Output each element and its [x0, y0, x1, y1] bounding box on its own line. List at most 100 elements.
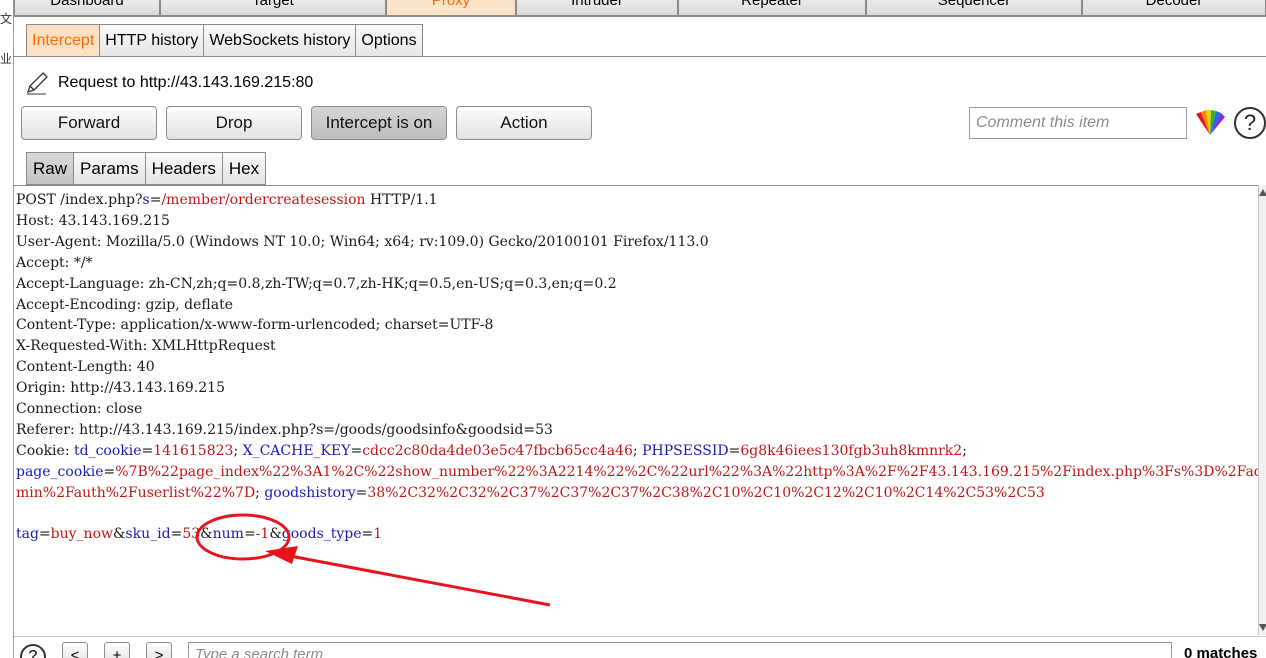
line-text: =: [103, 463, 116, 480]
line-text: =: [350, 442, 363, 459]
search-next-button[interactable]: >: [146, 642, 172, 658]
param-value: 1: [373, 526, 383, 543]
line-text: HTTP/1.1: [365, 192, 438, 208]
param-value: 53: [182, 526, 201, 543]
param-value: cdcc2c80da4de03e5c47fbcb65cc4a46: [362, 442, 633, 459]
line-text: User-Agent: Mozilla/5.0 (Windows NT 10.0…: [16, 233, 709, 250]
request-line: Cookie: td_cookie=141615823; X_CACHE_KEY…: [16, 443, 967, 464]
line-text: =: [38, 526, 51, 543]
tab-intercept[interactable]: Intercept: [26, 24, 100, 57]
line-text: =: [728, 442, 741, 459]
search-input[interactable]: Type a search term: [188, 642, 1172, 658]
line-text: ;: [962, 442, 967, 459]
param-name: s: [142, 192, 150, 208]
help-icon[interactable]: ?: [1234, 107, 1266, 139]
search-bar: ? < + > Type a search term 0 matches: [14, 636, 1266, 658]
param-name: goods_type: [281, 526, 362, 543]
match-count: 0 matches: [1184, 645, 1258, 658]
message-view-tabs: Raw Params Headers Hex: [26, 152, 267, 185]
request-header: Request to http://43.143.169.215:80: [24, 70, 313, 96]
drop-button[interactable]: Drop: [166, 106, 302, 140]
request-line: Accept-Language: zh-CN,zh;q=0.8,zh-TW;q=…: [16, 276, 617, 297]
line-text: &: [200, 526, 213, 543]
tab-hex[interactable]: Hex: [221, 152, 267, 185]
search-add-button[interactable]: +: [104, 642, 130, 658]
param-name: X_CACHE_KEY: [242, 442, 351, 459]
request-line: Accept-Encoding: gzip, deflate: [16, 297, 233, 318]
param-value: min%2Fauth%2Fuserlist%22%7D: [16, 484, 256, 501]
divider: [14, 16, 1266, 17]
line-text: Accept-Encoding: gzip, deflate: [16, 296, 234, 313]
tab-raw[interactable]: Raw: [26, 152, 74, 185]
line-text: Content-Length: 40: [16, 359, 155, 376]
background-window-strip: 文 业: [0, 0, 14, 658]
editor-scrollbar[interactable]: [1258, 185, 1266, 635]
tab-decoder[interactable]: Decoder: [1082, 0, 1266, 16]
param-value: 38%2C32%2C32%2C37%2C37%2C37%2C38%2C10%2C…: [367, 484, 1045, 501]
request-line: Content-Length: 40: [16, 359, 155, 380]
param-name: tag: [16, 526, 39, 543]
background-glyph: 业: [0, 52, 13, 66]
intercept-toggle-button[interactable]: Intercept is on: [311, 106, 447, 140]
line-text: =: [355, 484, 368, 501]
tab-intruder[interactable]: Intruder: [516, 0, 678, 16]
line-text: &: [269, 526, 282, 543]
tab-repeater[interactable]: Repeater: [678, 0, 866, 16]
param-value: /member/ordercreatesession: [161, 192, 366, 208]
request-line: tag=buy_now&sku_id=53&num=-1&goods_type=…: [16, 526, 382, 547]
request-line: min%2Fauth%2Fuserlist%22%7D; goodshistor…: [16, 485, 1045, 506]
line-text: Host: 43.143.169.215: [16, 212, 170, 229]
background-glyph: 文: [0, 12, 13, 26]
param-value: 141615823: [153, 442, 234, 459]
line-text: X-Requested-With: XMLHttpRequest: [16, 338, 276, 355]
tab-target[interactable]: Target: [160, 0, 386, 16]
proxy-sub-tabs: Intercept HTTP history WebSockets histor…: [26, 24, 423, 57]
request-line: Origin: http://43.143.169.215: [16, 380, 225, 401]
param-name: num: [212, 526, 244, 543]
request-line: Content-Type: application/x-www-form-url…: [16, 317, 493, 338]
request-line: Referer: http://43.143.169.215/index.php…: [16, 422, 553, 443]
tab-dashboard[interactable]: Dashboard: [14, 0, 160, 16]
tab-websockets-history[interactable]: WebSockets history: [203, 24, 356, 57]
scroll-down-arrow-icon[interactable]: [1259, 624, 1266, 631]
line-text: =: [141, 442, 154, 459]
tab-proxy[interactable]: Proxy: [386, 0, 516, 16]
request-editor[interactable]: POST /index.php?s=/member/ordercreateses…: [14, 185, 1258, 635]
request-line: POST /index.php?s=/member/ordercreateses…: [16, 192, 438, 213]
tab-sequencer[interactable]: Sequencer: [866, 0, 1082, 16]
request-line: Connection: close: [16, 401, 142, 422]
search-prev-button[interactable]: <: [62, 642, 88, 658]
param-name: td_cookie: [73, 442, 142, 459]
line-text: Referer: http://43.143.169.215/index.php…: [16, 421, 553, 438]
param-value: 6g8k46iees130fgb3uh8kmnrk2: [740, 442, 963, 459]
line-text: ;: [233, 442, 243, 459]
line-text: Content-Type: application/x-www-form-url…: [16, 317, 494, 334]
main-tab-bar: Dashboard Target Proxy Intruder Repeater…: [14, 0, 1266, 16]
line-text: =: [243, 526, 256, 543]
line-text: ;: [632, 442, 643, 459]
line-text: =: [149, 192, 162, 208]
request-line: page_cookie=%7B%22page_index%22%3A1%2C%2…: [16, 464, 1258, 485]
scroll-up-arrow-icon[interactable]: [1259, 189, 1266, 196]
line-text: Connection: close: [16, 401, 143, 417]
line-text: ;: [255, 484, 265, 501]
line-text: =: [361, 526, 374, 543]
param-name: sku_id: [125, 526, 171, 543]
tab-options[interactable]: Options: [355, 24, 423, 57]
highlight-color-icon[interactable]: [1193, 108, 1227, 138]
request-line: User-Agent: Mozilla/5.0 (Windows NT 10.0…: [16, 234, 709, 255]
line-text: =: [170, 526, 183, 543]
tab-params[interactable]: Params: [73, 152, 145, 185]
param-name: page_cookie: [16, 463, 104, 480]
tab-http-history[interactable]: HTTP history: [99, 24, 204, 57]
request-line: Accept: */*: [16, 255, 93, 276]
forward-button[interactable]: Forward: [21, 106, 157, 140]
tab-headers[interactable]: Headers: [144, 152, 222, 185]
action-button[interactable]: Action: [456, 106, 592, 140]
param-name: goodshistory: [264, 484, 356, 501]
help-icon[interactable]: ?: [20, 644, 46, 658]
param-value: %7B%22page_index%22%3A1%2C%22show_number…: [115, 463, 1258, 480]
line-text: Accept-Language: zh-CN,zh;q=0.8,zh-TW;q=…: [16, 275, 617, 292]
comment-input[interactable]: Comment this item: [969, 107, 1187, 139]
pencil-icon: [26, 72, 48, 95]
